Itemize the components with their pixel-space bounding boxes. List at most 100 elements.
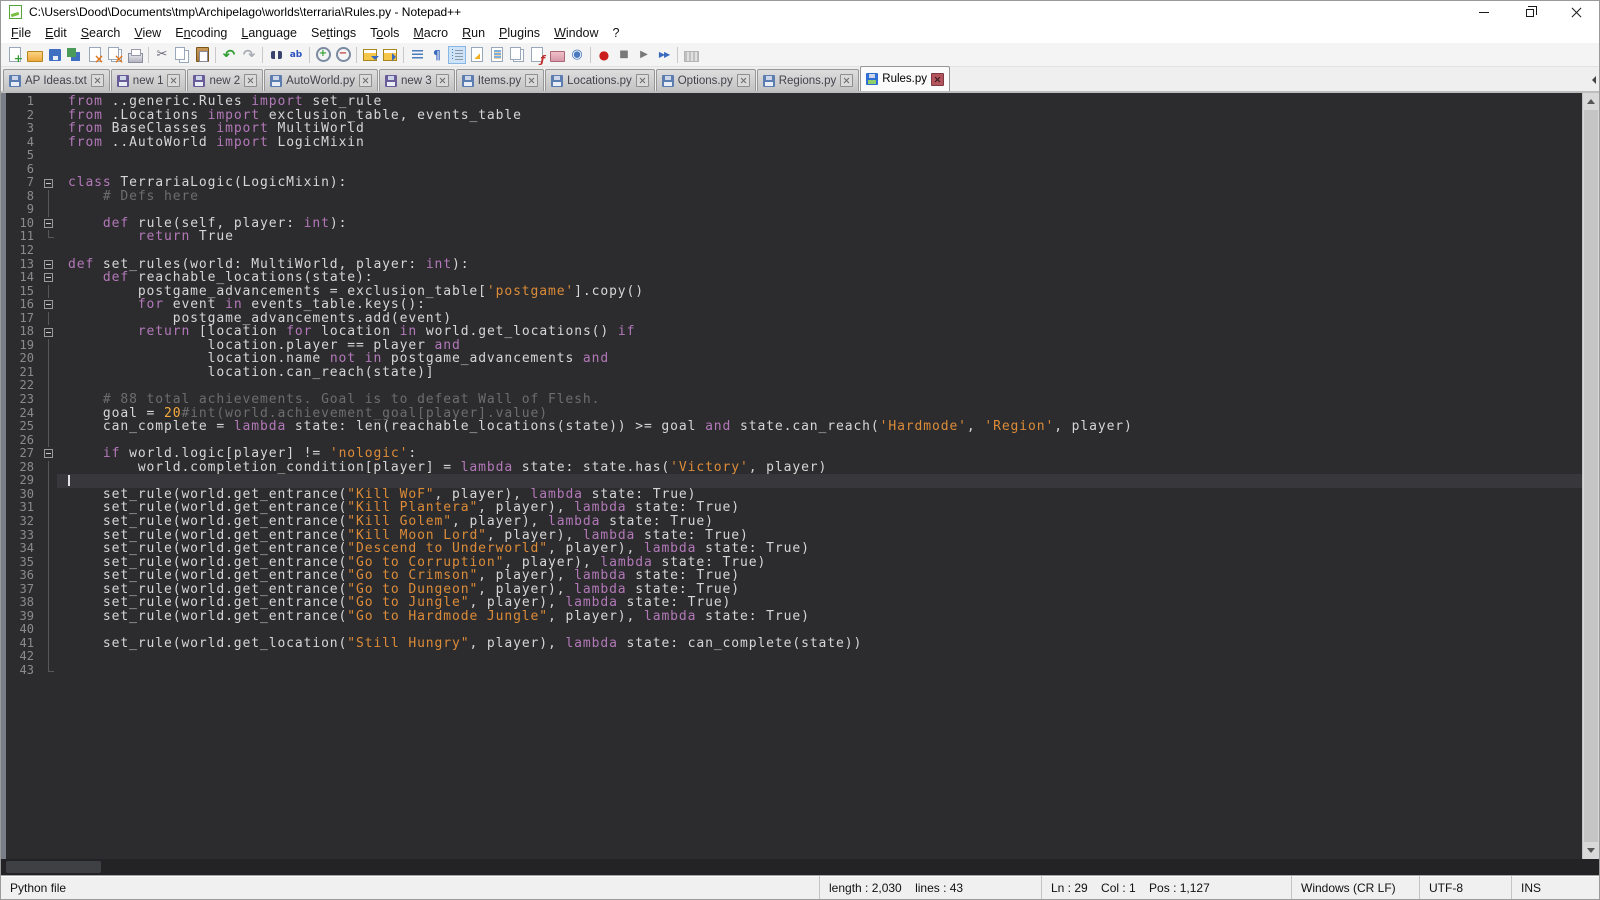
fold-marker-icon[interactable] [40,325,57,339]
tab-rules.py[interactable]: Rules.py [860,66,950,91]
menu-language[interactable]: Language [234,24,304,42]
close-tab-icon[interactable] [737,74,750,87]
new-file-icon[interactable] [6,46,24,64]
redo-icon[interactable] [240,46,258,64]
tab-new-1[interactable]: new 1 [111,69,187,91]
print-icon[interactable] [126,46,144,64]
code-line[interactable]: 2from .Locations import exclusion_table,… [8,109,1582,123]
close-all-icon[interactable] [106,46,124,64]
menu-[interactable]: ? [606,24,627,42]
close-tab-icon[interactable] [840,74,853,87]
cut-icon[interactable] [153,46,171,64]
code-line[interactable]: 11 return True [8,230,1582,244]
replace-icon[interactable] [287,46,305,64]
close-tab-icon[interactable] [931,73,944,86]
code-line[interactable]: 8 # Defs here [8,190,1582,204]
editor[interactable]: 1from ..generic.Rules import set_rule2fr… [1,93,1599,859]
code-line[interactable]: 30 set_rule(world.get_entrance("Kill WoF… [8,488,1582,502]
fold-marker-icon[interactable] [40,271,57,285]
code-line[interactable]: 27 if world.logic[player] != 'nologic': [8,447,1582,461]
show-all-characters-icon[interactable] [428,46,446,64]
code-line[interactable]: 1from ..generic.Rules import set_rule [8,95,1582,109]
save-icon[interactable] [46,46,64,64]
tab-locations.py[interactable]: Locations.py [545,69,655,91]
code-line[interactable]: 15 postgame_advancements = exclusion_tab… [8,285,1582,299]
menu-tools[interactable]: Tools [363,24,406,42]
code-line[interactable]: 26 [8,434,1582,448]
menu-file[interactable]: File [4,24,38,42]
close-tab-icon[interactable] [359,74,372,87]
copy-icon[interactable] [173,46,191,64]
open-file-icon[interactable] [26,46,44,64]
tab-items.py[interactable]: Items.py [456,69,544,91]
code-line[interactable]: 24 goal = 20#int(world.achievement_goal[… [8,407,1582,421]
code-line[interactable]: 43 [8,664,1582,678]
code-line[interactable]: 3from BaseClasses import MultiWorld [8,122,1582,136]
find-icon[interactable] [267,46,285,64]
hscroll-thumb[interactable] [6,861,101,873]
tab-regions.py[interactable]: Regions.py [757,69,860,91]
function-list-icon[interactable] [468,46,486,64]
code-line[interactable]: 5 [8,149,1582,163]
undo-icon[interactable] [220,46,238,64]
tab-autoworld.py[interactable]: AutoWorld.py [264,69,378,91]
code-line[interactable]: 17 postgame_advancements.add(event) [8,312,1582,326]
macro-run-multiple-icon[interactable] [655,46,673,64]
code-line[interactable]: 37 set_rule(world.get_entrance("Go to Du… [8,583,1582,597]
save-all-icon[interactable] [66,46,84,64]
close-window-button[interactable] [1553,1,1599,23]
code-line[interactable]: 23 # 88 total achievements. Goal is to d… [8,393,1582,407]
code-line[interactable]: 10 def rule(self, player: int): [8,217,1582,231]
code-line[interactable]: 40 [8,623,1582,637]
folder-as-workspace-icon[interactable] [548,46,566,64]
close-tab-icon[interactable] [436,74,449,87]
paste-icon[interactable] [193,46,211,64]
code-line[interactable]: 38 set_rule(world.get_entrance("Go to Ju… [8,596,1582,610]
macro-stop-icon[interactable] [615,46,633,64]
zoom-out-icon[interactable] [334,46,352,64]
code-line[interactable]: 13def set_rules(world: MultiWorld, playe… [8,258,1582,272]
code-line[interactable]: 12 [8,244,1582,258]
macro-save-icon[interactable] [682,46,700,64]
scroll-down-icon[interactable] [1583,842,1599,859]
code-line[interactable]: 29 [8,474,1582,488]
close-tab-icon[interactable] [91,74,104,87]
sync-vertical-scroll-icon[interactable] [361,46,379,64]
code-line[interactable]: 22 [8,379,1582,393]
close-tab-icon[interactable] [636,74,649,87]
minimize-button[interactable] [1461,1,1507,23]
code-line[interactable]: 31 set_rule(world.get_entrance("Kill Pla… [8,501,1582,515]
code-line[interactable]: 35 set_rule(world.get_entrance("Go to Co… [8,556,1582,570]
fold-marker-icon[interactable] [40,217,57,231]
code-line[interactable]: 14 def reachable_locations(state): [8,271,1582,285]
code-line[interactable]: 20 location.name not in postgame_advance… [8,352,1582,366]
vscroll-thumb[interactable] [1584,110,1598,842]
code-area[interactable]: 1from ..generic.Rules import set_rule2fr… [8,95,1582,678]
code-line[interactable]: 36 set_rule(world.get_entrance("Go to Cr… [8,569,1582,583]
fold-marker-icon[interactable] [40,447,57,461]
horizontal-scrollbar[interactable] [1,859,1599,875]
word-wrap-icon[interactable] [408,46,426,64]
menu-edit[interactable]: Edit [38,24,74,42]
code-line[interactable]: 16 for event in events_table.keys(): [8,298,1582,312]
macro-play-icon[interactable] [635,46,653,64]
document-list-icon[interactable] [508,46,526,64]
menu-run[interactable]: Run [455,24,492,42]
menu-plugins[interactable]: Plugins [492,24,547,42]
code-line[interactable]: 4from ..AutoWorld import LogicMixin [8,136,1582,150]
scroll-up-icon[interactable] [1583,93,1599,110]
zoom-in-icon[interactable] [314,46,332,64]
code-line[interactable]: 28 world.completion_condition[player] = … [8,461,1582,475]
menu-view[interactable]: View [127,24,168,42]
tab-options.py[interactable]: Options.py [656,69,756,91]
menu-settings[interactable]: Settings [304,24,363,42]
fold-marker-icon[interactable] [40,258,57,272]
code-line[interactable]: 18 return [location for location in worl… [8,325,1582,339]
tab-scroll-icon[interactable] [1588,76,1596,84]
code-line[interactable]: 7class TerrariaLogic(LogicMixin): [8,176,1582,190]
menu-search[interactable]: Search [74,24,128,42]
code-line[interactable]: 33 set_rule(world.get_entrance("Kill Moo… [8,529,1582,543]
macro-record-icon[interactable] [595,46,613,64]
menu-encoding[interactable]: Encoding [168,24,234,42]
tab-ap-ideas.txt[interactable]: AP Ideas.txt [3,69,110,91]
